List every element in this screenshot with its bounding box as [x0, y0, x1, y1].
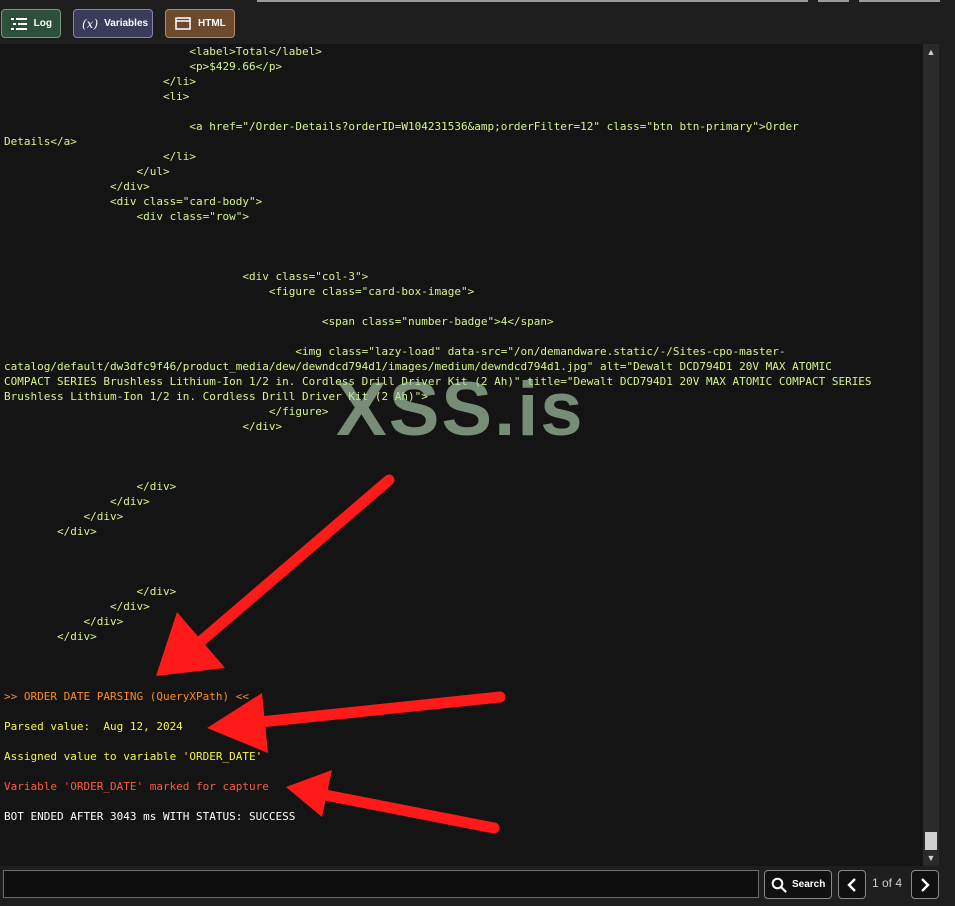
log-line: <a href="/Order-Details?orderID=W1042315… — [4, 120, 799, 133]
log-line: </div> — [4, 585, 177, 598]
next-page-button[interactable] — [911, 870, 939, 899]
log-line: </figure> — [4, 405, 329, 418]
log-line: </li> — [4, 150, 197, 163]
page-indicator: 1 of 4 — [871, 876, 903, 890]
variables-button-label: Variables — [104, 18, 149, 29]
variables-button[interactable]: (x) Variables — [73, 9, 153, 38]
log-line: <label>Total</label> — [4, 45, 322, 58]
log-line: COMPACT SERIES Brushless Lithium-Ion 1/2… — [4, 375, 872, 388]
log-line: >> ORDER DATE PARSING (QueryXPath) << — [4, 690, 250, 703]
log-line: <div class="col-3"> — [4, 270, 369, 283]
log-line: </div> — [4, 630, 97, 643]
log-line: Variable 'ORDER_DATE' marked for capture — [4, 780, 269, 793]
toolbar: Log (x) Variables HTML — [0, 0, 955, 44]
log-button[interactable]: Log — [1, 9, 61, 38]
log-line: BOT ENDED AFTER 3043 ms WITH STATUS: SUC… — [4, 810, 296, 823]
log-line: </div> — [4, 480, 177, 493]
x-variable-icon: (x) — [82, 16, 99, 31]
search-icon — [771, 877, 787, 893]
top-divider — [859, 0, 940, 2]
log-line: </div> — [4, 600, 150, 613]
log-line: Parsed value: Aug 12, 2024 — [4, 720, 183, 733]
log-console[interactable]: <label>Total</label> <p>$429.66</p> </li… — [0, 44, 923, 866]
log-line: </div> — [4, 495, 150, 508]
log-line: </div> — [4, 510, 124, 523]
log-line: </li> — [4, 75, 197, 88]
search-input[interactable] — [3, 870, 759, 898]
console-lines: <label>Total</label> <p>$429.66</p> </li… — [4, 44, 872, 824]
log-line: </div> — [4, 615, 124, 628]
html-button-label: HTML — [198, 18, 226, 29]
log-line: Details</a> — [4, 135, 77, 148]
log-line: <figure class="card-box-image"> — [4, 285, 475, 298]
html-button[interactable]: HTML — [165, 9, 235, 38]
vertical-scrollbar[interactable]: ▲ ▼ — [923, 44, 939, 866]
log-line: </div> — [4, 420, 283, 433]
previous-page-button[interactable] — [838, 870, 866, 899]
log-line: catalog/default/dw3dfc9f46/product_media… — [4, 360, 832, 373]
chevron-left-icon — [846, 877, 858, 893]
log-line: <li> — [4, 90, 190, 103]
log-line: Brushless Lithium-Ion 1/2 in. Cordless D… — [4, 390, 428, 403]
log-line: </ul> — [4, 165, 170, 178]
list-lines-icon — [10, 16, 28, 32]
search-button[interactable]: Search — [764, 870, 832, 899]
log-line: <img class="lazy-load" data-src="/on/dem… — [4, 345, 786, 358]
search-button-label: Search — [792, 879, 826, 890]
log-line: <div class="row"> — [4, 210, 250, 223]
chevron-right-icon — [919, 877, 931, 893]
log-button-label: Log — [33, 18, 52, 29]
log-line: <div class="card-body"> — [4, 195, 263, 208]
log-line: Assigned value to variable 'ORDER_DATE' — [4, 750, 263, 763]
log-line: <p>$429.66</p> — [4, 60, 283, 73]
log-line: <span class="number-badge">4</span> — [4, 315, 554, 328]
search-bar: Search 1 of 4 — [0, 866, 955, 906]
browser-window-icon — [174, 16, 192, 32]
top-divider — [257, 0, 808, 2]
log-line: </div> — [4, 180, 150, 193]
arrow-down-icon[interactable]: ▼ — [923, 850, 939, 866]
scrollbar-thumb[interactable] — [925, 832, 937, 850]
top-divider — [818, 0, 849, 2]
arrow-up-icon[interactable]: ▲ — [923, 44, 939, 60]
log-line: </div> — [4, 525, 97, 538]
